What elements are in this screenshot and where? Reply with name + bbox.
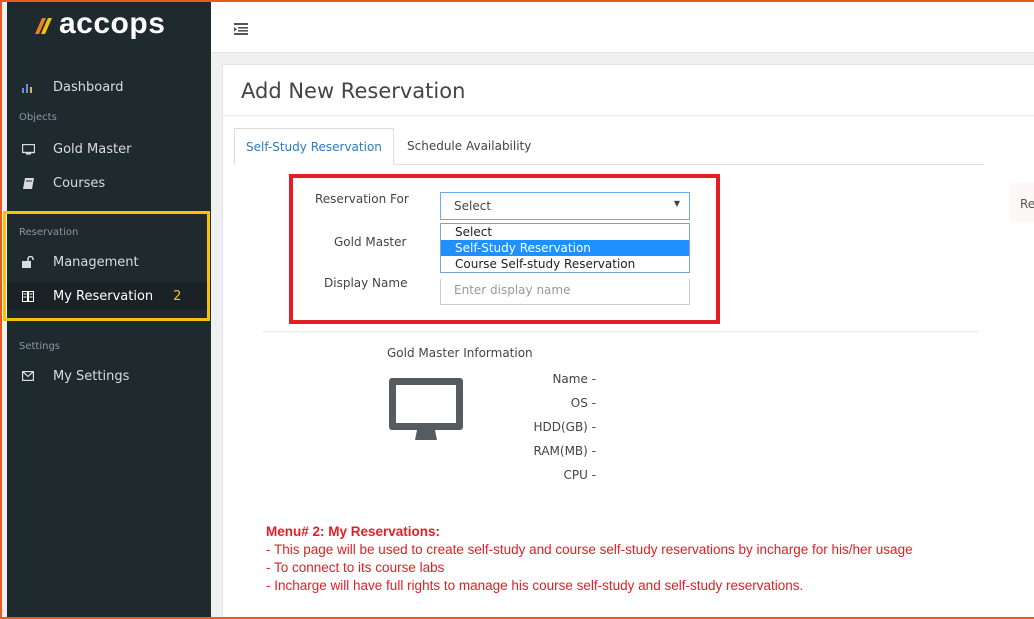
gm-info-cpu: CPU - (563, 468, 596, 482)
gm-info-ram: RAM(MB) - (533, 444, 596, 458)
bar-chart-icon (21, 82, 35, 93)
right-panel-label: Re (1020, 197, 1034, 211)
brand-logo[interactable]: accops (7, 0, 211, 48)
sidebar-item-label: My Settings (53, 368, 130, 384)
gm-info-name: Name - (552, 372, 596, 386)
tab-schedule-availability[interactable]: Schedule Availability (396, 128, 542, 164)
accops-logo-mark (35, 18, 52, 34)
top-bar (211, 0, 1034, 53)
gm-info-os: OS - (570, 396, 596, 410)
section-label-settings: Settings (19, 341, 61, 352)
annotation-line: - Incharge will have full rights to mana… (266, 578, 804, 593)
annotation-line: - To connect to its course labs (266, 560, 445, 575)
sidebar-item-my-settings[interactable]: My Settings (7, 362, 211, 390)
annotation-note: Menu# 2: My Reservations: - This page wi… (266, 523, 913, 595)
envelope-icon (21, 371, 35, 381)
section-divider (263, 331, 979, 332)
highlight-box-reservation-form (289, 174, 720, 324)
gm-info-hdd: HDD(GB) - (533, 420, 596, 434)
annotation-heading: Menu# 2: My Reservations: (266, 524, 441, 539)
sidebar-item-label: Courses (53, 175, 106, 191)
sidebar-item-label: Gold Master (53, 141, 132, 157)
sidebar-item-gold-master[interactable]: Gold Master (7, 135, 211, 163)
monitor-icon (389, 378, 463, 440)
frame-top (0, 0, 1034, 2)
title-divider (223, 115, 1034, 116)
book-icon (21, 177, 35, 189)
tab-bar: Self-Study Reservation Schedule Availabi… (234, 128, 984, 165)
sidebar-item-courses[interactable]: Courses (7, 169, 211, 197)
highlight-box-reservation-menu (3, 211, 210, 321)
sidebar-item-label: Dashboard (53, 79, 124, 95)
page-title: Add New Reservation (241, 79, 466, 103)
gold-master-info-title: Gold Master Information (387, 346, 533, 360)
annotation-line: - This page will be used to create self-… (266, 542, 913, 557)
menu-toggle-icon[interactable] (234, 20, 248, 35)
brand-name: accops (59, 7, 166, 40)
frame-left (0, 0, 2, 619)
monitor-icon (21, 143, 35, 155)
tab-self-study-reservation[interactable]: Self-Study Reservation (234, 128, 394, 165)
sidebar-item-dashboard[interactable]: Dashboard (7, 73, 211, 101)
section-label-objects: Objects (19, 112, 57, 123)
